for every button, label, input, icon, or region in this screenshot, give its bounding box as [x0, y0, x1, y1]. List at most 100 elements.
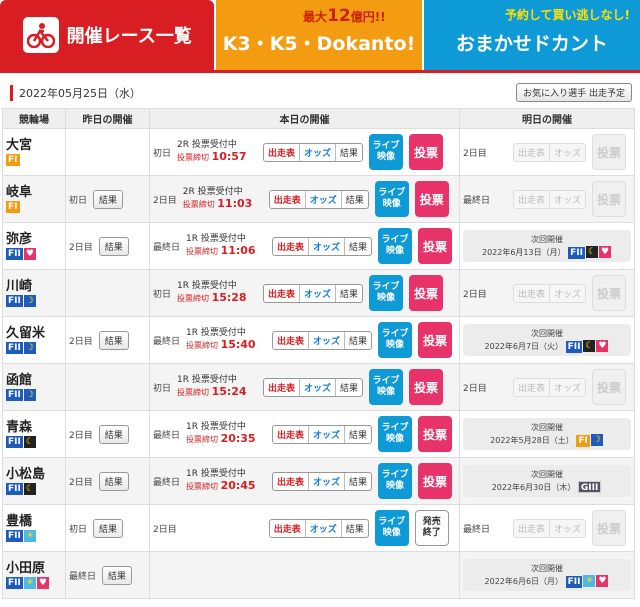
entry-list-button[interactable]: 出走表 — [273, 331, 310, 349]
entry-list-button[interactable]: 出走表 — [264, 143, 301, 161]
header-today: 本日の開催 — [149, 108, 460, 129]
venue-name[interactable]: 小松島 — [6, 467, 62, 483]
entry-list-button[interactable]: 出走表 — [270, 519, 306, 537]
grade-line: FI — [6, 154, 62, 166]
entry-list-button[interactable]: 出走表 — [273, 425, 310, 443]
vote-button[interactable]: 投票 — [418, 463, 453, 499]
vote-button[interactable]: 投票 — [409, 369, 444, 405]
vote-button[interactable]: 投票 — [418, 322, 453, 358]
vote-button[interactable]: 投票 — [418, 416, 453, 452]
vote-button[interactable]: 投票 — [409, 275, 444, 311]
video-label: 映像 — [386, 246, 405, 256]
odds-button[interactable]: オッズ — [300, 378, 337, 396]
deadline-line: 投票締切 15:24 — [177, 386, 257, 399]
grade-badge: FI — [6, 154, 20, 166]
yesterday-result-button[interactable]: 結果 — [98, 424, 129, 444]
odds-button[interactable]: オッズ — [300, 284, 337, 302]
odds-button[interactable]: オッズ — [306, 519, 342, 537]
odds-button[interactable]: オッズ — [309, 425, 346, 443]
grade-line: FII ☀ — [6, 530, 62, 542]
live-video-button[interactable]: ライブ 映像 — [369, 369, 404, 405]
tab-race-list[interactable]: 開催レース一覧 — [0, 0, 215, 70]
night-icon: ☾ — [586, 246, 599, 258]
today-result-button[interactable]: 結果 — [342, 191, 368, 208]
vote-button[interactable]: 投票 — [409, 134, 444, 170]
venue-name[interactable]: 弥彦 — [6, 232, 62, 248]
venue-name[interactable]: 豊橋 — [6, 514, 62, 530]
tomorrow-cell: 2日目 出走表 オッズ 投票 — [459, 363, 635, 411]
tomorrow-cell: 次回開催 2022年6月13日（月） FII ☾ ♥ — [459, 222, 635, 270]
venue-name[interactable]: 久留米 — [6, 326, 62, 342]
entry-list-button[interactable]: 出走表 — [264, 378, 301, 396]
deadline-line: 投票締切 20:35 — [186, 433, 266, 446]
tomorrow-group: 2日目 出走表 オッズ 投票 — [463, 134, 631, 170]
today-group: 2日目 2R 投票受付中 投票締切 11:03 出走表 オッズ 結果 ライブ 映像 投票 — [153, 181, 456, 217]
odds-button[interactable]: オッズ — [309, 331, 346, 349]
yesterday-result-button[interactable]: 結果 — [98, 330, 129, 350]
tomorrow-day-label: 最終日 — [463, 195, 491, 206]
live-video-button[interactable]: ライブ 映像 — [374, 510, 409, 546]
yesterday-result-button[interactable]: 結果 — [93, 518, 124, 538]
odds-button[interactable]: オッズ — [300, 143, 337, 161]
odds-button[interactable]: オッズ — [309, 472, 346, 490]
yesterday-result-button[interactable]: 結果 — [98, 471, 129, 491]
current-date: 2022年05月25日（水） — [10, 84, 141, 101]
yesterday-group: 初日 結果 — [69, 518, 146, 538]
live-video-button[interactable]: ライブ 映像 — [378, 416, 413, 452]
odds-button[interactable]: オッズ — [309, 237, 346, 255]
sun-icon: ☀ — [23, 577, 36, 589]
yesterday-result-button[interactable]: 結果 — [93, 189, 124, 209]
venue-name[interactable]: 川崎 — [6, 279, 62, 295]
today-result-button[interactable]: 結果 — [336, 144, 362, 161]
tab-k3-k5-dokanto[interactable]: 最大12億円!! K3・K5・Dokanto! — [216, 0, 422, 70]
live-video-button[interactable]: ライブ 映像 — [378, 228, 413, 264]
yesterday-cell — [65, 269, 150, 317]
yesterday-result-button[interactable]: 結果 — [98, 236, 129, 256]
yesterday-result-button[interactable]: 結果 — [102, 565, 133, 585]
today-result-button[interactable]: 結果 — [336, 379, 362, 396]
today-result-button[interactable]: 結果 — [342, 520, 368, 537]
today-cell: 最終日 1R 投票受付中 投票締切 15:40 出走表 オッズ 結果 ライブ 映像 投票 — [149, 316, 460, 364]
yesterday-cell: 初日 結果 — [65, 175, 150, 223]
vote-button[interactable]: 投票 — [414, 181, 449, 217]
live-video-button[interactable]: ライブ 映像 — [378, 322, 413, 358]
deadline-line: 投票締切 11:03 — [183, 198, 263, 211]
odds-button[interactable]: オッズ — [306, 190, 342, 208]
grade-badge: FI — [576, 435, 590, 447]
live-video-button[interactable]: ライブ 映像 — [369, 134, 404, 170]
entry-list-button[interactable]: 出走表 — [264, 284, 301, 302]
tomorrow-cell: 次回開催 2022年6月7日（火） FII ☾ ♥ — [459, 316, 635, 364]
yesterday-cell: 2日目 結果 — [65, 410, 150, 458]
today-result-button[interactable]: 結果 — [345, 332, 371, 349]
live-video-button[interactable]: ライブ 映像 — [374, 181, 409, 217]
grade-badge: FII — [6, 436, 23, 448]
live-video-button[interactable]: ライブ 映像 — [369, 275, 404, 311]
entry-list-button[interactable]: 出走表 — [273, 472, 310, 490]
today-result-button[interactable]: 結果 — [336, 285, 362, 302]
today-result-button[interactable]: 結果 — [345, 473, 371, 490]
tab-omakase-dokanto[interactable]: 予約して買い逃しなし! おまかせドカント — [423, 0, 640, 70]
live-video-button[interactable]: ライブ 映像 — [378, 463, 413, 499]
venue-name[interactable]: 大宮 — [6, 138, 62, 154]
favorite-riders-button[interactable]: お気に入り選手 出走予定 — [516, 83, 632, 102]
yesterday-day-label: 2日目 — [69, 242, 93, 253]
venue-name[interactable]: 函館 — [6, 373, 62, 389]
today-result-button[interactable]: 結果 — [345, 238, 371, 255]
next-meet-box: 次回開催 2022年5月28日（土） FI ☽ — [463, 418, 631, 450]
video-label: 映像 — [386, 340, 405, 350]
deadline-time: 20:35 — [220, 432, 256, 445]
today-day-label: 最終日 — [153, 336, 181, 347]
heart-icon: ♥ — [596, 340, 609, 352]
vote-button[interactable]: 投票 — [418, 228, 453, 264]
entry-list-button[interactable]: 出走表 — [270, 190, 306, 208]
entry-list-button[interactable]: 出走表 — [273, 237, 310, 255]
deadline-line: 投票締切 20:45 — [186, 480, 266, 493]
deadline-label: 投票締切 — [177, 294, 212, 303]
table-row: 大宮 FI 初日 2R 投票受付中 投票締切 10:57 出走表 オッズ 結果 ライブ 映像 投票 2… — [2, 128, 635, 176]
venue-name[interactable]: 小田原 — [6, 561, 62, 577]
video-label: 映像 — [377, 152, 396, 162]
today-result-button[interactable]: 結果 — [345, 426, 371, 443]
venue-name[interactable]: 青森 — [6, 420, 62, 436]
today-links: 出走表 オッズ 結果 — [272, 236, 373, 256]
venue-name[interactable]: 岐阜 — [6, 185, 62, 201]
